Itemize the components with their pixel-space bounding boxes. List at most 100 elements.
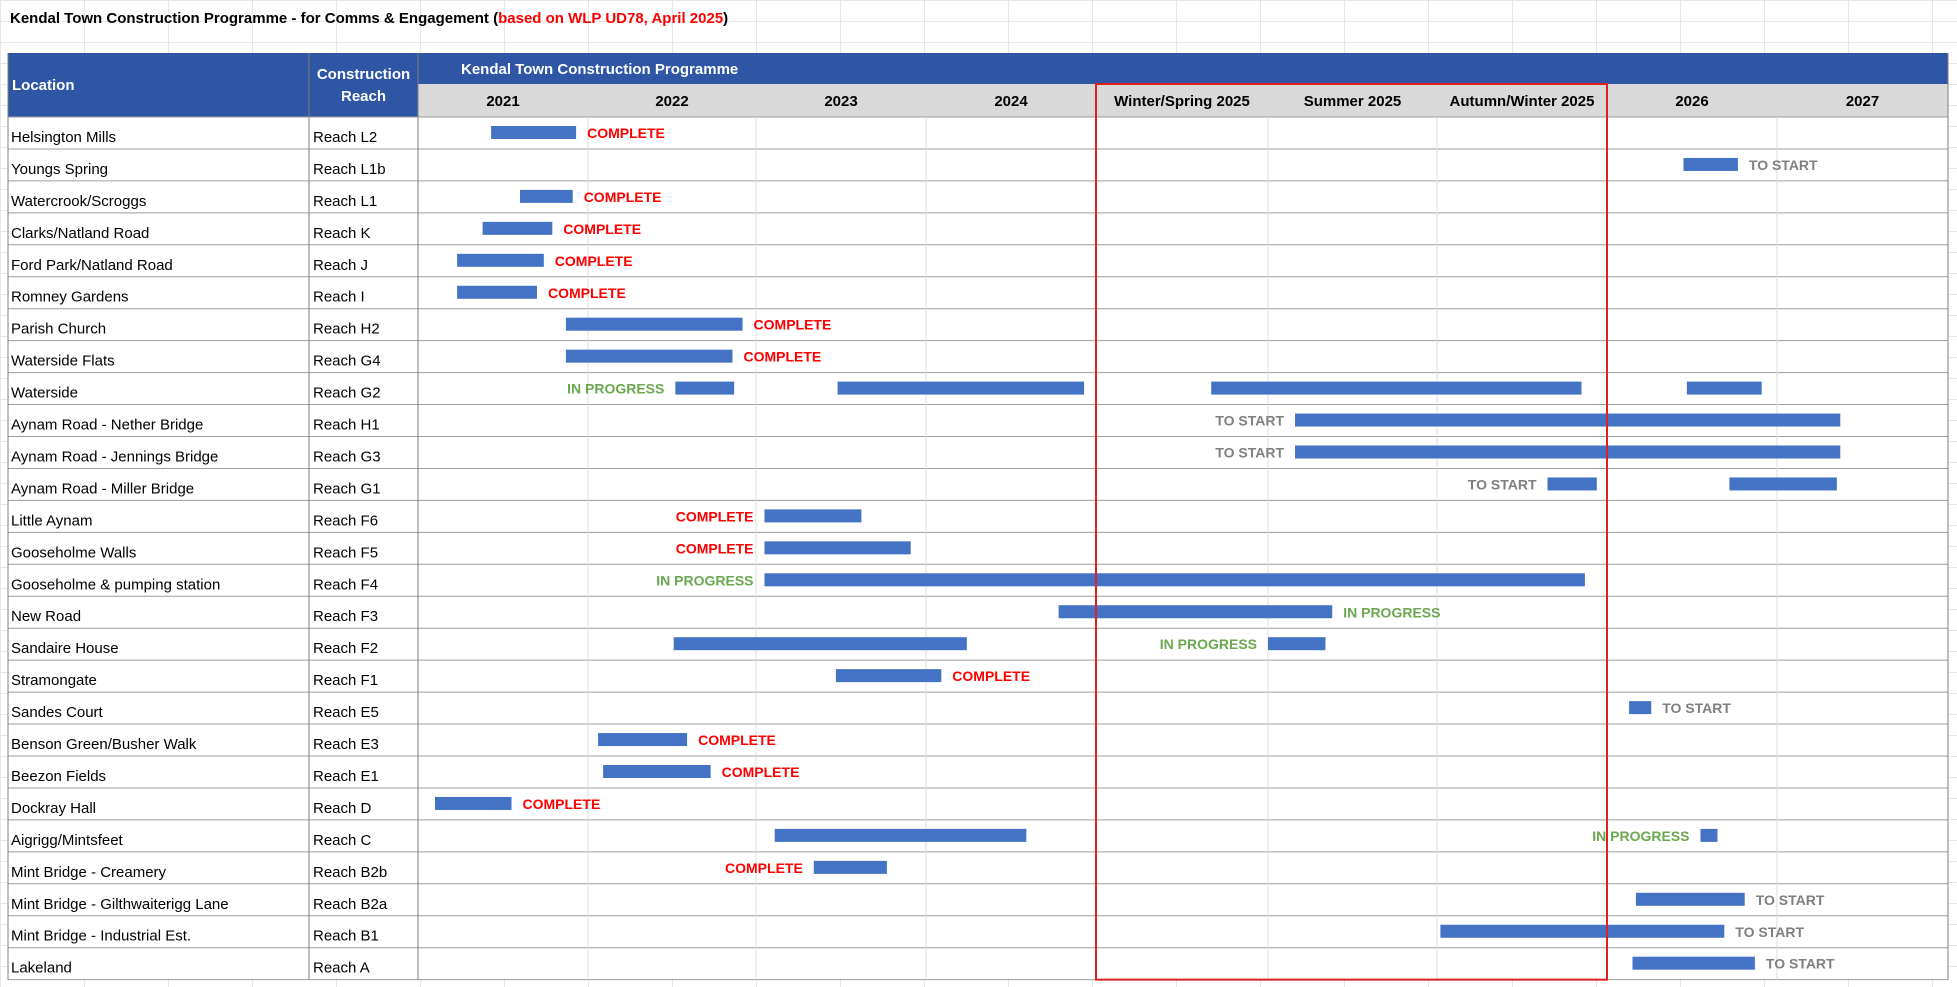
status-label: COMPLETE bbox=[952, 668, 1030, 684]
row-reach: Reach B2b bbox=[313, 864, 387, 881]
gantt-bar bbox=[1440, 924, 1725, 938]
row-location: Aynam Road - Jennings Bridge bbox=[11, 448, 218, 465]
row-reach: Reach G3 bbox=[313, 448, 381, 465]
gantt-bar bbox=[813, 860, 887, 874]
row-location: Romney Gardens bbox=[11, 289, 129, 306]
gantt-bar bbox=[565, 317, 743, 331]
gantt-bar bbox=[1211, 381, 1582, 395]
gantt-bar bbox=[1729, 477, 1837, 491]
row-reach: Reach F6 bbox=[313, 512, 378, 529]
gantt-bar bbox=[1700, 828, 1718, 842]
gantt-bar bbox=[764, 541, 911, 555]
row-reach: Reach K bbox=[313, 225, 371, 242]
row-reach: Reach L2 bbox=[313, 129, 377, 146]
gantt-bar bbox=[520, 189, 573, 203]
gantt-bar bbox=[1295, 445, 1841, 459]
status-label: COMPLETE bbox=[587, 125, 665, 141]
row-location: Benson Green/Busher Walk bbox=[11, 736, 197, 753]
gantt-bar bbox=[1547, 477, 1597, 491]
row-reach: Reach G1 bbox=[313, 480, 381, 497]
gantt-bar bbox=[835, 669, 942, 683]
status-label: COMPLETE bbox=[563, 221, 641, 237]
status-label: COMPLETE bbox=[676, 540, 754, 556]
row-location: Beezon Fields bbox=[11, 768, 106, 785]
row-location: Mint Bridge - Industrial Est. bbox=[11, 928, 191, 945]
row-reach: Reach J bbox=[313, 257, 368, 274]
row-reach: Reach F4 bbox=[313, 576, 378, 593]
row-reach: Reach E3 bbox=[313, 736, 379, 753]
status-label: COMPLETE bbox=[584, 189, 662, 205]
period-label: 2022 bbox=[655, 93, 688, 110]
row-reach: Reach H1 bbox=[313, 417, 380, 434]
row-location: Gooseholme & pumping station bbox=[11, 576, 220, 593]
period-label: Autumn/Winter 2025 bbox=[1450, 93, 1595, 110]
row-location: Lakeland bbox=[11, 960, 72, 977]
gantt-bar bbox=[435, 796, 512, 810]
gantt-bar bbox=[598, 733, 688, 747]
gantt-bar bbox=[837, 381, 1085, 395]
row-reach: Reach L1b bbox=[313, 161, 386, 178]
status-label: TO START bbox=[1215, 413, 1284, 429]
status-label: TO START bbox=[1468, 476, 1537, 492]
row-reach: Reach F2 bbox=[313, 640, 378, 657]
period-label: Winter/Spring 2025 bbox=[1114, 93, 1250, 110]
row-location: Watercrook/Scroggs bbox=[11, 193, 146, 210]
gantt-bar bbox=[457, 253, 544, 267]
status-label: TO START bbox=[1756, 892, 1825, 908]
row-location: Helsington Mills bbox=[11, 129, 116, 146]
row-reach: Reach F1 bbox=[313, 672, 378, 689]
status-label: TO START bbox=[1749, 157, 1818, 173]
reach-column-header-line2: Reach bbox=[341, 88, 386, 105]
row-reach: Reach E1 bbox=[313, 768, 379, 785]
period-label: 2021 bbox=[486, 93, 519, 110]
status-label: IN PROGRESS bbox=[656, 572, 753, 588]
location-column-header: Location bbox=[12, 77, 75, 94]
status-label: TO START bbox=[1215, 445, 1284, 461]
gantt-bar bbox=[457, 285, 537, 299]
row-location: Mint Bridge - Gilthwaiterigg Lane bbox=[11, 896, 229, 913]
row-location: Aigrigg/Mintsfeet bbox=[11, 832, 124, 849]
row-location: Dockray Hall bbox=[11, 800, 96, 817]
gantt-bar bbox=[764, 573, 1585, 587]
row-location: Mint Bridge - Creamery bbox=[11, 864, 167, 881]
status-label: COMPLETE bbox=[548, 285, 626, 301]
period-label: 2024 bbox=[994, 93, 1028, 110]
status-label: COMPLETE bbox=[722, 764, 800, 780]
row-reach: Reach L1 bbox=[313, 193, 377, 210]
row-location: Gooseholme Walls bbox=[11, 544, 136, 561]
gantt-bar bbox=[565, 349, 733, 363]
status-label: COMPLETE bbox=[555, 253, 633, 269]
row-location: Youngs Spring bbox=[11, 161, 108, 178]
gantt-bar bbox=[1632, 956, 1755, 970]
row-location: Aynam Road - Miller Bridge bbox=[11, 480, 194, 497]
gantt-bar bbox=[673, 637, 967, 651]
row-location: Sandaire House bbox=[11, 640, 119, 657]
gantt-bar bbox=[1295, 413, 1841, 427]
status-label: IN PROGRESS bbox=[567, 381, 664, 397]
gantt-bar bbox=[1635, 892, 1745, 906]
status-label: TO START bbox=[1735, 924, 1804, 940]
row-location: New Road bbox=[11, 608, 81, 625]
row-reach: Reach E5 bbox=[313, 704, 379, 721]
gantt-bar bbox=[1686, 381, 1762, 395]
gantt-bar bbox=[491, 126, 577, 139]
row-reach: Reach C bbox=[313, 832, 372, 849]
gantt-bar bbox=[482, 221, 553, 235]
period-label: 2026 bbox=[1675, 93, 1708, 110]
row-reach: Reach F5 bbox=[313, 544, 378, 561]
row-location: Ford Park/Natland Road bbox=[11, 257, 173, 274]
status-label: TO START bbox=[1766, 956, 1835, 972]
reach-column-header-line1: Construction bbox=[317, 66, 410, 83]
status-label: IN PROGRESS bbox=[1160, 636, 1257, 652]
gantt-bar bbox=[1683, 157, 1738, 171]
row-location: Little Aynam bbox=[11, 512, 92, 529]
gantt-bar bbox=[675, 381, 735, 395]
row-reach: Reach F3 bbox=[313, 608, 378, 625]
row-location: Clarks/Natland Road bbox=[11, 225, 149, 242]
row-reach: Reach B2a bbox=[313, 896, 388, 913]
row-reach: Reach H2 bbox=[313, 321, 380, 338]
row-reach: Reach D bbox=[313, 800, 372, 817]
status-label: COMPLETE bbox=[676, 508, 754, 524]
row-reach: Reach A bbox=[313, 960, 370, 977]
period-label: 2023 bbox=[824, 93, 857, 110]
